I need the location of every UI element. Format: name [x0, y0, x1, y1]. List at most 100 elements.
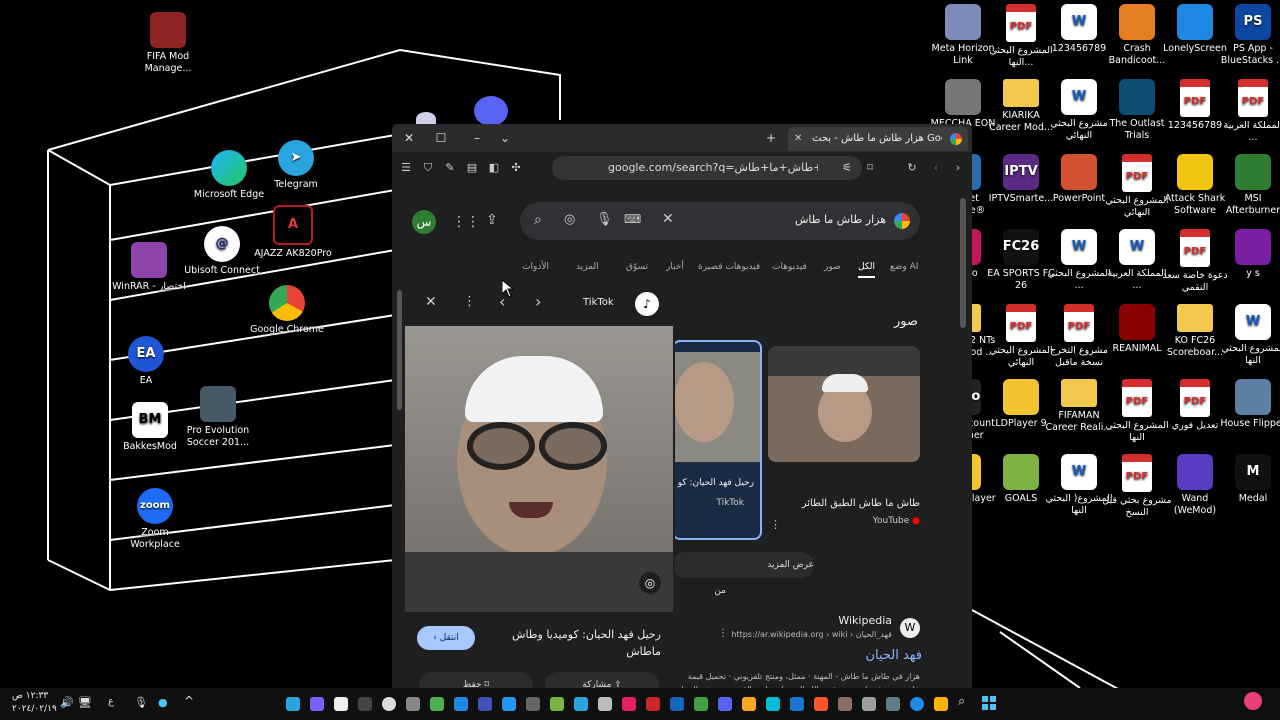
taskbar-app-icon[interactable] [886, 697, 900, 711]
taskbar-app-icon[interactable] [862, 697, 876, 711]
taskbar-app-icon[interactable] [286, 697, 300, 711]
taskbar-app-icon[interactable] [670, 697, 684, 711]
taskbar-app-icon[interactable] [526, 697, 540, 711]
taskbar-app-icon[interactable] [310, 697, 324, 711]
filter-short-videos[interactable]: فيديوهات قصيرة [698, 262, 760, 272]
taskbar-app-icon[interactable] [478, 697, 492, 711]
taskbar-app-icon[interactable] [454, 697, 468, 711]
desktop-icon[interactable]: y s [1218, 229, 1280, 280]
address-bar[interactable]: google.com/search?q=هزار+طاش+ما+طاش... ⚟ [552, 156, 862, 180]
close-panel-icon[interactable]: ✕ [425, 294, 437, 310]
pin-icon[interactable]: ✎ [442, 160, 458, 176]
filter-more[interactable]: المزيد [576, 262, 599, 272]
bookmark-icon[interactable]: ⌑ [862, 160, 878, 176]
taskbar-explorer-icon[interactable] [934, 697, 948, 711]
close-tab-icon[interactable]: ✕ [794, 127, 802, 151]
desktop-icon[interactable]: MSI Afterburner [1218, 154, 1280, 217]
mic-icon[interactable]: 🎙 [596, 212, 613, 227]
apps-grid-icon[interactable]: ⋮⋮ [452, 214, 480, 230]
tab-google-search[interactable]: ✕ هزار طاش ما طاش - بحث Google [788, 127, 968, 151]
taskbar-edge-icon[interactable] [910, 697, 924, 711]
clear-search-icon[interactable]: ✕ [662, 211, 674, 227]
filter-tools[interactable]: الأدوات [522, 262, 549, 272]
desktop-icon[interactable]: W المشروع البحثي النها [1218, 304, 1280, 367]
keyboard-icon[interactable]: ⌨ [624, 212, 641, 226]
back-icon[interactable]: › [950, 160, 966, 176]
clock[interactable]: ١٢:٣٣ ص ٢٠٢٤/٠٢/١٩ [12, 690, 57, 716]
taskbar-app-icon[interactable] [646, 697, 660, 711]
taskbar-file-icon[interactable] [334, 697, 348, 711]
desktop-icon-telegram[interactable]: ➤ Telegram [257, 140, 335, 191]
minimize-icon[interactable]: – [468, 129, 486, 147]
share-icon[interactable]: ⇪ [486, 212, 498, 228]
taskbar-app-icon[interactable] [766, 697, 780, 711]
reload-icon[interactable]: ↻ [904, 160, 920, 176]
image-result-tiktok[interactable]: رحيل فهد الحيان: كو TikTok [672, 340, 762, 540]
tab-list-chevron-icon[interactable]: ⌄ [496, 129, 514, 147]
search-box[interactable]: ⌕ ◎ 🎙 ⌨ ✕ هزار طاش ما طاش [520, 202, 920, 240]
account-avatar[interactable]: س [412, 210, 436, 234]
discord-icon[interactable] [474, 96, 508, 126]
lens-search-icon[interactable]: ◎ [639, 572, 661, 594]
preview-image[interactable]: ◎ [405, 326, 673, 612]
taskbar-app-icon[interactable] [550, 697, 564, 711]
lens-icon[interactable]: ◎ [564, 212, 575, 227]
volume-icon[interactable]: 🔊 [60, 696, 74, 709]
show-more-button[interactable]: عرض المزيد من [672, 552, 814, 596]
close-window-icon[interactable]: ✕ [400, 129, 418, 147]
wiki-title-link[interactable]: فهد الحيان [772, 648, 922, 663]
image-result-youtube[interactable] [768, 346, 920, 462]
desktop-icon[interactable]: PS PS App - BlueStacks ... [1218, 4, 1280, 67]
desktop-icon-pes[interactable]: Pro Evolution Soccer 201... [179, 386, 257, 449]
mic-tray-icon[interactable]: 🎙 [134, 696, 148, 709]
tray-app-icon[interactable]: ● [158, 696, 168, 709]
filter-all[interactable]: الكل [858, 262, 876, 278]
desktop-icon-bakkesmod[interactable]: BM BakkesMod [111, 402, 189, 453]
taskbar-app-icon[interactable] [382, 697, 396, 711]
taskbar-brave-icon[interactable] [814, 697, 828, 711]
network-icon[interactable]: 🖥 [78, 696, 92, 709]
desktop-icon-ajazz[interactable]: A AJAZZ AK820Pro [254, 205, 332, 260]
taskbar-telegram-icon[interactable] [574, 697, 588, 711]
notification-icon[interactable] [1244, 692, 1262, 710]
wallet-icon[interactable]: ▤ [464, 160, 480, 176]
menu-icon[interactable]: ☰ [398, 160, 414, 176]
filter-shopping[interactable]: تسوّق [626, 262, 648, 272]
next-icon[interactable]: › [535, 292, 541, 311]
image-result-title[interactable]: طاش ما طاش الطبق الطائر [768, 498, 920, 509]
forward-icon[interactable]: ‹ [928, 160, 944, 176]
new-tab-icon[interactable]: + [762, 129, 780, 147]
desktop-icon-ea[interactable]: EA EA [107, 336, 185, 387]
taskbar-xbox-icon[interactable] [694, 697, 708, 711]
taskbar-discord-icon[interactable] [718, 697, 732, 711]
desktop-icon[interactable]: House Flipper [1218, 379, 1280, 430]
search-icon[interactable]: ⌕ [534, 212, 542, 228]
desktop-icon[interactable]: PDF المملكة العربية ... [1218, 79, 1280, 144]
taskbar-search-icon[interactable]: ⌕ [958, 694, 965, 709]
filter-images[interactable]: صور [824, 262, 841, 272]
filter-news[interactable]: أخبار [666, 262, 684, 272]
tune-icon[interactable]: ⚟ [842, 156, 852, 180]
taskbar-app-icon[interactable] [742, 697, 756, 711]
page-scrollbar[interactable] [960, 198, 966, 328]
desktop-icon-google-chrome[interactable]: Google Chrome [248, 285, 326, 336]
taskbar-app-icon[interactable] [358, 697, 372, 711]
taskbar-steam-icon[interactable] [790, 697, 804, 711]
more-options-icon[interactable]: ⋮ [718, 628, 728, 639]
start-button-icon[interactable] [982, 696, 996, 710]
taskbar-app-icon[interactable] [430, 697, 444, 711]
language-indicator[interactable]: ع [108, 696, 114, 707]
taskbar-app-icon[interactable] [622, 697, 636, 711]
desktop-icon[interactable]: M Medal [1218, 454, 1280, 505]
filter-videos[interactable]: فيديوهات [772, 262, 807, 272]
taskbar-app-icon[interactable] [502, 697, 516, 711]
visit-button[interactable]: ‹ انتقل [417, 626, 475, 650]
panel-scrollbar[interactable] [397, 290, 402, 410]
taskbar-app-icon[interactable] [598, 697, 612, 711]
desktop-icon-winrar[interactable]: WinRAR - اختصار [110, 242, 188, 293]
show-hidden-icons-chevron-icon[interactable]: ^ [184, 694, 194, 708]
taskbar-app-icon[interactable] [838, 697, 852, 711]
sidebar-icon[interactable]: ◧ [486, 160, 502, 176]
taskbar-app-icon[interactable] [406, 697, 420, 711]
shield-icon[interactable]: ⛉ [420, 160, 436, 176]
